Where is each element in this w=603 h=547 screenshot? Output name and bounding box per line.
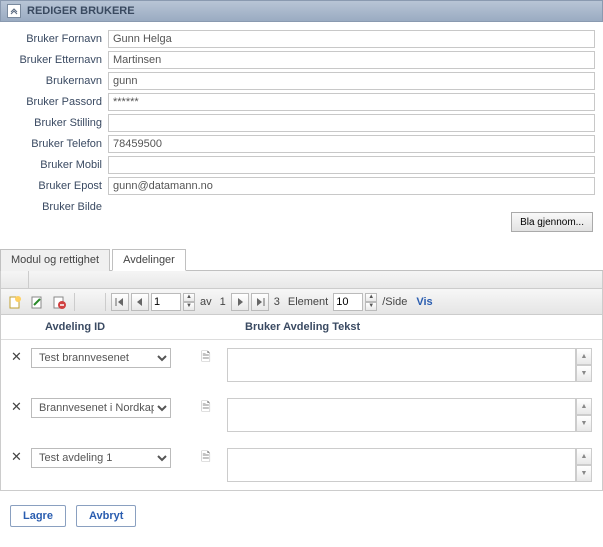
table-row: ✕ Brannvesenet i Nordkapp 🗎 ▲▼: [1, 390, 602, 440]
pager-total: 1: [217, 296, 229, 308]
delete-row-icon[interactable]: ✕: [11, 448, 25, 466]
perpage-spin-down-icon[interactable]: ▼: [365, 302, 377, 311]
label-mobil: Bruker Mobil: [8, 159, 108, 171]
label-brukernavn: Brukernavn: [8, 75, 108, 87]
dept-select[interactable]: Brannvesenet i Nordkapp: [31, 398, 171, 418]
panel-header: REDIGER BRUKERE: [0, 0, 603, 22]
page-spin-down-icon[interactable]: ▼: [183, 302, 195, 311]
tab-modul[interactable]: Modul og rettighet: [0, 249, 110, 271]
input-mobil[interactable]: [108, 156, 595, 174]
scroll-up-icon[interactable]: ▲: [576, 398, 592, 415]
grid-container: ▲ ▼ av 1 3 Element ▲ ▼ /Side Vis Avdelin…: [0, 271, 603, 491]
label-stilling: Bruker Stilling: [8, 117, 108, 129]
label-passord: Bruker Passord: [8, 96, 108, 108]
form-area: Bruker Fornavn Bruker Etternavn Brukerna…: [0, 22, 603, 232]
delete-icon[interactable]: [49, 292, 69, 312]
scroll-down-icon[interactable]: ▼: [576, 465, 592, 482]
footer: Lagre Avbryt: [0, 491, 603, 537]
table-row: ✕ Test brannvesenet 🗎 ▲▼: [1, 340, 602, 390]
dept-select[interactable]: Test brannvesenet: [31, 348, 171, 368]
new-icon[interactable]: [5, 292, 25, 312]
pager-last-icon[interactable]: [251, 293, 269, 311]
grid-body: ✕Test brannvesenet🗎▲▼✕Brannvesenet i Nor…: [1, 340, 602, 490]
label-epost: Bruker Epost: [8, 180, 108, 192]
grid-toolbar: ▲ ▼ av 1 3 Element ▲ ▼ /Side Vis: [1, 289, 602, 315]
pager-page-input[interactable]: [151, 293, 181, 311]
input-stilling[interactable]: [108, 114, 595, 132]
input-telefon[interactable]: [108, 135, 595, 153]
scroll-down-icon[interactable]: ▼: [576, 415, 592, 432]
grid-header: Avdeling ID Bruker Avdeling Tekst: [1, 315, 602, 340]
dept-select[interactable]: Test avdeling 1: [31, 448, 171, 468]
browse-button[interactable]: Bla gjennom...: [511, 212, 593, 232]
tabs: Modul og rettighet Avdelinger: [0, 248, 603, 271]
table-row: ✕ Test avdeling 1 🗎 ▲▼: [1, 440, 602, 490]
col-header-tekst: Bruker Avdeling Tekst: [245, 321, 592, 333]
pager-perside: /Side: [379, 296, 410, 308]
collapse-icon[interactable]: [7, 4, 21, 18]
note-icon[interactable]: 🗎: [201, 398, 215, 416]
pager-first-icon[interactable]: [111, 293, 129, 311]
col-header-avdeling-id: Avdeling ID: [45, 321, 245, 333]
save-button[interactable]: Lagre: [10, 505, 66, 527]
tab-avdelinger[interactable]: Avdelinger: [112, 249, 186, 271]
delete-row-icon[interactable]: ✕: [11, 348, 25, 366]
perpage-spin-up-icon[interactable]: ▲: [365, 293, 377, 302]
panel-title: REDIGER BRUKERE: [27, 5, 135, 17]
scroll-up-icon[interactable]: ▲: [576, 348, 592, 365]
edit-icon[interactable]: [27, 292, 47, 312]
cancel-button[interactable]: Avbryt: [76, 505, 136, 527]
pager-perpage-input[interactable]: [333, 293, 363, 311]
pager-element-count: 3: [271, 296, 283, 308]
label-fornavn: Bruker Fornavn: [8, 33, 108, 45]
grid-ruler: [1, 271, 602, 289]
tekst-box[interactable]: [227, 348, 576, 382]
page-spin-up-icon[interactable]: ▲: [183, 293, 195, 302]
input-passord[interactable]: [108, 93, 595, 111]
tekst-box[interactable]: [227, 448, 576, 482]
tekst-box[interactable]: [227, 398, 576, 432]
note-icon[interactable]: 🗎: [201, 448, 215, 466]
input-etternavn[interactable]: [108, 51, 595, 69]
label-bilde: Bruker Bilde: [8, 198, 108, 213]
label-telefon: Bruker Telefon: [8, 138, 108, 150]
label-etternavn: Bruker Etternavn: [8, 54, 108, 66]
input-brukernavn[interactable]: [108, 72, 595, 90]
pager-element-label: Element: [285, 296, 331, 308]
pager-prev-icon[interactable]: [131, 293, 149, 311]
delete-row-icon[interactable]: ✕: [11, 398, 25, 416]
input-fornavn[interactable]: [108, 30, 595, 48]
scroll-down-icon[interactable]: ▼: [576, 365, 592, 382]
pager-next-icon[interactable]: [231, 293, 249, 311]
vis-link[interactable]: Vis: [412, 296, 432, 308]
note-icon[interactable]: 🗎: [201, 348, 215, 366]
pager-av: av: [197, 296, 215, 308]
scroll-up-icon[interactable]: ▲: [576, 448, 592, 465]
input-epost[interactable]: [108, 177, 595, 195]
